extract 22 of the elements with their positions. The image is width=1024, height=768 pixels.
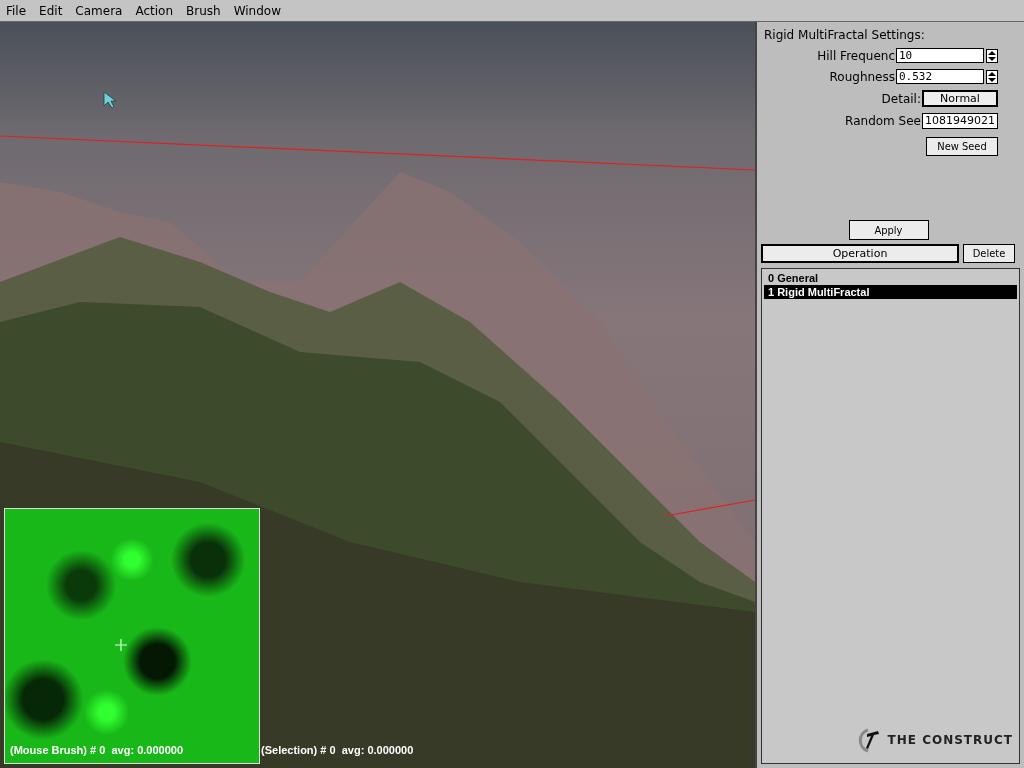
apply-button[interactable]: Apply — [848, 220, 929, 240]
menu-item[interactable]: Action — [135, 3, 174, 18]
field-label: Roughness — [829, 69, 895, 84]
field-label: Detail: — [881, 91, 921, 106]
menu-item[interactable]: File — [6, 3, 27, 18]
mouse-brush-status: (Mouse Brush) # 0 avg: 0.000000 — [10, 744, 183, 756]
menu-item[interactable]: Brush — [186, 3, 221, 18]
detail-dropdown[interactable]: Normal — [922, 90, 998, 107]
operation-item[interactable]: 0 General — [764, 271, 1017, 285]
logo-text: THE CONSTRUCT — [887, 733, 1013, 747]
new-seed-button[interactable]: New Seed — [926, 137, 998, 156]
menu-item[interactable]: Edit — [39, 3, 63, 18]
field-label: Random See — [845, 114, 921, 128]
operation-field[interactable]: Operation — [761, 244, 959, 263]
field-label: Hill Frequenc — [817, 48, 895, 63]
menu-item[interactable]: Window — [233, 3, 281, 18]
operation-item[interactable]: 1 Rigid MultiFractal — [764, 285, 1017, 299]
menu-item[interactable]: Camera — [75, 3, 123, 18]
selection-status: (Selection) # 0 avg: 0.000000 — [261, 744, 414, 756]
seed-input[interactable]: 1081949021 — [922, 113, 998, 129]
panel-title: Rigid MultiFractal Settings: — [764, 28, 926, 42]
delete-button[interactable]: Delete — [963, 244, 1015, 263]
